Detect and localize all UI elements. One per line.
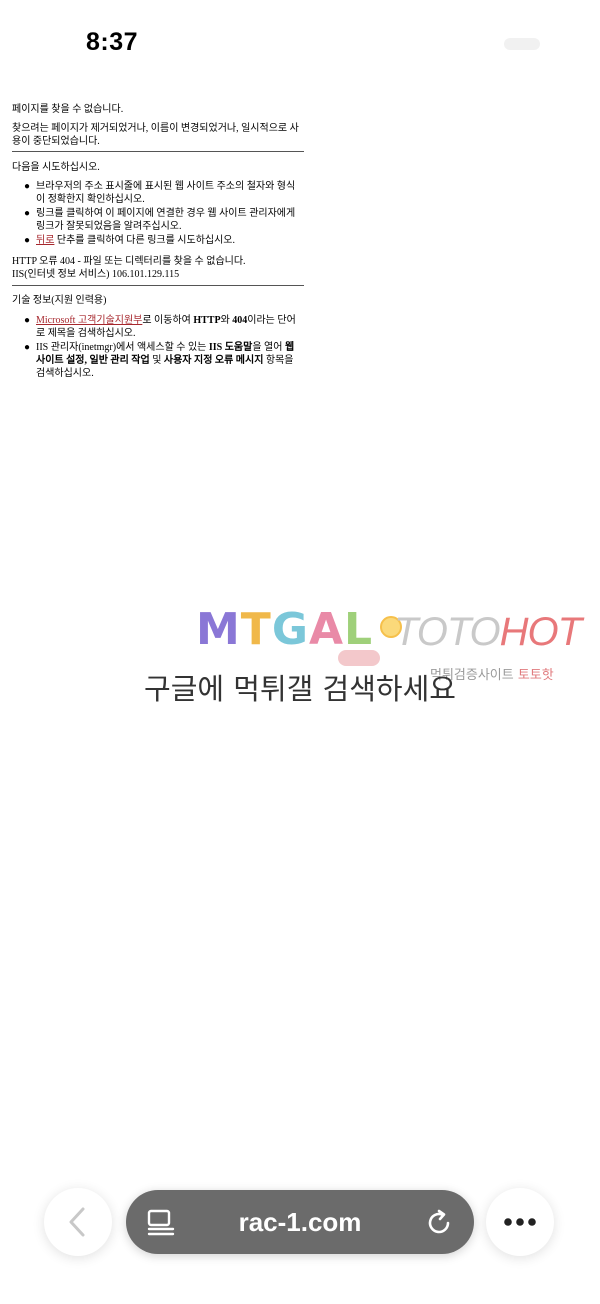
url-text[interactable]: rac-1.com	[126, 1190, 474, 1254]
status-indicator	[504, 38, 540, 50]
try-list: ● 브라우저의 주소 표시줄에 표시된 웹 사이트 주소의 철자와 형식이 정확한…	[12, 180, 304, 248]
back-suffix: 단추를 클릭하여 다른 링크를 시도하십시오.	[54, 235, 236, 246]
browser-toolbar: rac-1.com	[0, 1186, 600, 1262]
more-icon	[504, 1218, 536, 1226]
tech-text: 및	[149, 355, 164, 366]
logo-letter: L	[344, 604, 374, 655]
brand-toto: TOTO	[394, 610, 501, 654]
try-item-text: 브라우저의 주소 표시줄에 표시된 웹 사이트 주소의 철자와 형식이 정확한지…	[36, 181, 296, 205]
back-button[interactable]	[44, 1188, 112, 1256]
tech-heading: 기술 정보(지원 인력용)	[12, 295, 107, 306]
support-link[interactable]: Microsoft 고객기술지원부	[36, 315, 142, 326]
chevron-left-icon	[69, 1207, 85, 1237]
totohot-logo: TOTOHOT	[394, 610, 582, 655]
tech-list: ● Microsoft 고객기술지원부로 이동하여 HTTP와 404이라는 단어…	[12, 314, 304, 381]
error-title: 페이지를 찾을 수 없습니다.	[12, 104, 124, 115]
mtgal-logo: MTGAL	[196, 604, 373, 655]
back-link[interactable]: 뒤로	[36, 235, 54, 246]
divider	[12, 151, 304, 152]
server-info: IIS(인터넷 정보 서비스) 106.101.129.115	[12, 269, 180, 280]
tech-bold: HTTP	[193, 315, 221, 326]
tech-text: 을 열어	[252, 342, 285, 353]
reload-icon[interactable]	[424, 1208, 454, 1238]
list-item: ● 뒤로 단추를 클릭하여 다른 링크를 시도하십시오.	[12, 234, 304, 247]
bullet-icon: ●	[24, 315, 31, 326]
logo-letter: T	[240, 604, 272, 655]
bullet-icon: ●	[24, 235, 31, 246]
bullet-icon: ●	[24, 208, 31, 219]
status-time: 8:37	[86, 28, 139, 56]
list-item: ● IIS 관리자(inetmgr)에서 액세스할 수 있는 IIS 도움말을 열…	[12, 341, 304, 380]
status-bar: 8:37	[0, 0, 600, 80]
try-item-text: 링크를 클릭하여 이 페이지에 연결한 경우 웹 사이트 관리자에게 링크가 잘…	[36, 208, 296, 232]
logo-letter: M	[196, 604, 241, 655]
tech-text: 로 이동하여	[142, 315, 194, 326]
divider	[12, 285, 304, 286]
tech-text: 와	[220, 315, 233, 326]
tech-bold: 사용자 지정 오류 메시지	[163, 355, 264, 366]
logo-letter: A	[308, 604, 344, 655]
logo-letter: G	[271, 604, 309, 655]
list-item: ● 브라우저의 주소 표시줄에 표시된 웹 사이트 주소의 철자와 형식이 정확한…	[12, 180, 304, 206]
tech-bold: 404	[232, 315, 248, 326]
mask-icon	[338, 650, 380, 666]
watermark: MTGAL TOTOHOT 먹튀검증사이트 토토핫 구글에 먹튀갤 검색하세요	[0, 600, 600, 710]
brand-hot: HOT	[499, 610, 582, 654]
list-item: ● 링크를 클릭하여 이 페이지에 연결한 경우 웹 사이트 관리자에게 링크가 …	[12, 207, 304, 233]
more-button[interactable]	[486, 1188, 554, 1256]
watermark-search-text: 구글에 먹튀갤 검색하세요	[144, 672, 456, 706]
http-error-text: HTTP 오류 404 - 파일 또는 디렉터리를 찾을 수 없습니다.	[12, 256, 246, 267]
bullet-icon: ●	[24, 181, 31, 192]
error-description: 찾으려는 페이지가 제거되었거나, 이름이 변경되었거나, 일시적으로 사용이 …	[12, 123, 299, 147]
address-bar[interactable]: rac-1.com	[126, 1190, 474, 1254]
tech-text: IIS 관리자(inetmgr)에서 액세스할 수 있는	[36, 342, 209, 353]
list-item: ● Microsoft 고객기술지원부로 이동하여 HTTP와 404이라는 단어…	[12, 314, 304, 340]
try-heading: 다음을 시도하십시오.	[12, 162, 100, 173]
bullet-icon: ●	[24, 342, 31, 353]
tech-bold: IIS 도움말	[208, 342, 253, 353]
